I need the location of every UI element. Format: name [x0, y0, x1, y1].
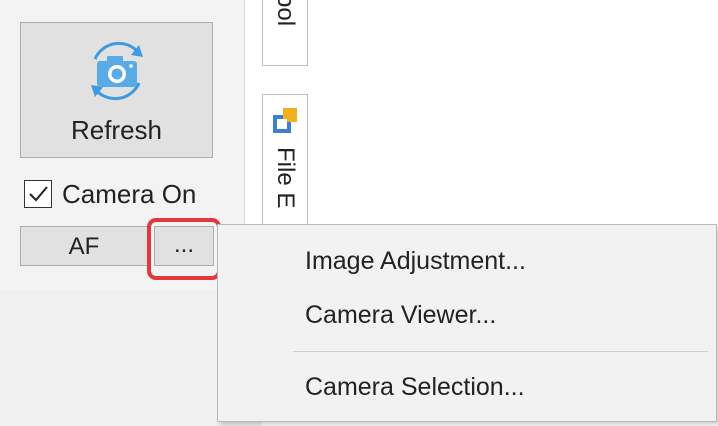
menu-item-camera-viewer[interactable]: Camera Viewer... [219, 287, 715, 343]
camera-on-checkbox[interactable]: Camera On [24, 176, 196, 212]
refresh-button[interactable]: Refresh [20, 22, 213, 158]
checkmark-icon [29, 186, 48, 202]
file-explorer-icon [273, 108, 297, 133]
menu-item-camera-selection[interactable]: Camera Selection... [219, 359, 715, 415]
tab-file-label: File E [272, 147, 299, 209]
camera-on-label: Camera On [62, 178, 197, 209]
checkbox-box[interactable] [24, 180, 52, 208]
tab-symbol[interactable]: bol [262, 0, 308, 66]
af-button[interactable]: AF [20, 226, 148, 266]
camera-refresh-icon [91, 41, 143, 101]
refresh-label: Refresh [70, 115, 163, 145]
more-options-button[interactable]: ... [154, 226, 214, 266]
menu-separator [293, 351, 708, 352]
menu-item-image-adjustment[interactable]: Image Adjustment... [219, 233, 715, 289]
context-menu: Image Adjustment... Camera Viewer... Cam… [217, 224, 717, 422]
tab-symbol-label: bol [272, 0, 299, 27]
tab-file-explorer[interactable]: File E [262, 94, 308, 234]
